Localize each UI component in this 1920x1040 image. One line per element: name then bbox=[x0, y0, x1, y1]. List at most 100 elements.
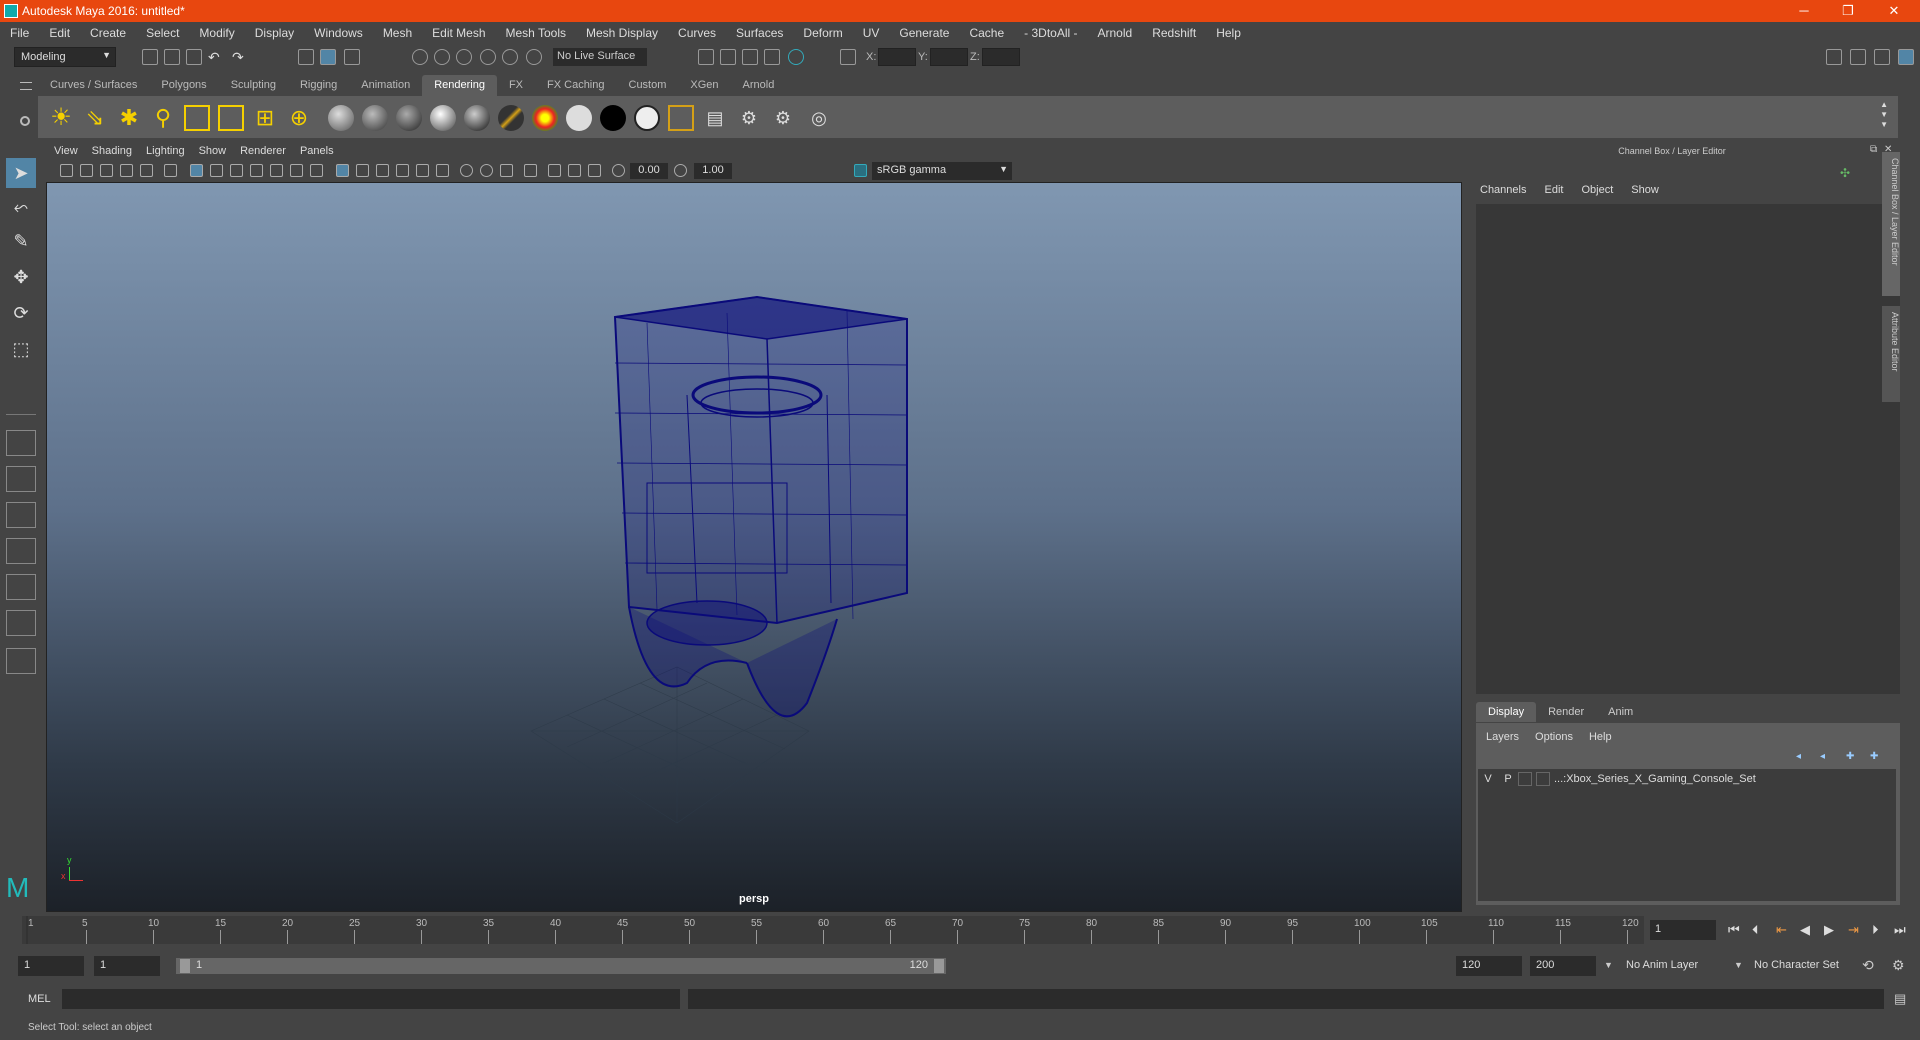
shelf-scroll-arrows-icon[interactable]: ▲ ▼ ▼ bbox=[1880, 100, 1888, 130]
persp-outliner-layout-icon[interactable] bbox=[6, 502, 36, 528]
play-backwards-icon[interactable]: ◀ bbox=[1800, 922, 1810, 938]
lasso-tool-icon[interactable]: ⬿ bbox=[6, 192, 36, 222]
chevron-down-icon[interactable]: ▼ bbox=[1604, 960, 1613, 970]
phong-e-material-icon[interactable] bbox=[430, 105, 456, 131]
render-current-frame-icon[interactable] bbox=[698, 49, 714, 65]
menu-redshift[interactable]: Redshift bbox=[1152, 26, 1196, 40]
lambert-material-icon[interactable] bbox=[362, 105, 388, 131]
open-scene-icon[interactable] bbox=[164, 49, 180, 65]
transform-constraint-icon[interactable] bbox=[840, 49, 856, 65]
perspective-viewport[interactable]: y x persp bbox=[46, 182, 1462, 912]
shelf-tab-sculpting[interactable]: Sculpting bbox=[219, 75, 288, 96]
layer-type-toggle[interactable] bbox=[1518, 772, 1532, 786]
auto-key-icon[interactable]: ⟲ bbox=[1862, 957, 1874, 974]
side-tab-attribute-editor[interactable]: Attribute Editor bbox=[1882, 306, 1900, 402]
persp-hypershade-layout-icon[interactable] bbox=[6, 574, 36, 600]
select-tool-icon[interactable]: ➤ bbox=[6, 158, 36, 188]
z-input[interactable] bbox=[982, 48, 1020, 66]
layer-visibility-toggle[interactable]: V bbox=[1478, 773, 1498, 785]
menu-arnold[interactable]: Arnold bbox=[1098, 26, 1133, 40]
rotate-tool-icon[interactable]: ⟳ bbox=[6, 298, 36, 328]
menu-display[interactable]: Display bbox=[255, 26, 294, 40]
ipr-render-icon[interactable] bbox=[720, 49, 736, 65]
film-gate-icon[interactable] bbox=[210, 164, 223, 177]
blinn-material-icon[interactable] bbox=[328, 105, 354, 131]
snap-live-icon[interactable] bbox=[502, 49, 518, 65]
anisotropic-material-icon[interactable] bbox=[464, 105, 490, 131]
safe-title-icon[interactable] bbox=[310, 164, 323, 177]
gamma-field[interactable]: 1.00 bbox=[694, 163, 732, 179]
render-settings-shelf-icon[interactable]: ⚙ bbox=[736, 105, 762, 131]
attribute-editor-icon[interactable] bbox=[1850, 49, 1866, 65]
menu-file[interactable]: File bbox=[10, 26, 29, 40]
shelf-tab-polygons[interactable]: Polygons bbox=[149, 75, 218, 96]
playback-start-field[interactable]: 1 bbox=[94, 956, 160, 976]
depth-of-field-icon[interactable] bbox=[524, 164, 537, 177]
exposure-icon[interactable] bbox=[612, 164, 625, 177]
tool-settings-icon[interactable] bbox=[1874, 49, 1890, 65]
screen-space-ao-icon[interactable] bbox=[460, 164, 473, 177]
viewport-menu-panels[interactable]: Panels bbox=[300, 145, 334, 157]
menu-edit-mesh[interactable]: Edit Mesh bbox=[432, 26, 485, 40]
time-ruler[interactable]: 1 5 10 15 20 25 30 35 40 45 50 55 60 65 … bbox=[22, 916, 1644, 944]
view-transform-dropdown[interactable]: sRGB gamma ▼ bbox=[872, 162, 1012, 180]
layer-menu-help[interactable]: Help bbox=[1589, 731, 1612, 743]
menu-create[interactable]: Create bbox=[90, 26, 126, 40]
menu-curves[interactable]: Curves bbox=[678, 26, 716, 40]
shelf-tab-fx[interactable]: FX bbox=[497, 75, 535, 96]
safe-action-icon[interactable] bbox=[290, 164, 303, 177]
isolate-select-icon[interactable] bbox=[548, 164, 561, 177]
shelf-tab-rendering[interactable]: Rendering bbox=[422, 75, 497, 96]
xray-icon[interactable] bbox=[568, 164, 581, 177]
textured-icon[interactable] bbox=[396, 164, 409, 177]
bookmark-icon[interactable] bbox=[100, 164, 113, 177]
menu-mesh-display[interactable]: Mesh Display bbox=[586, 26, 658, 40]
hypershade-icon[interactable] bbox=[764, 49, 780, 65]
chevron-down-icon[interactable]: ▼ bbox=[1734, 960, 1743, 970]
volume-light-icon[interactable] bbox=[218, 105, 244, 131]
playback-end-field[interactable]: 120 bbox=[1456, 956, 1522, 976]
menu-uv[interactable]: UV bbox=[863, 26, 880, 40]
current-frame-field[interactable]: 1 bbox=[1650, 920, 1716, 940]
viewport-menu-show[interactable]: Show bbox=[199, 145, 227, 157]
range-bar[interactable]: 1 120 bbox=[176, 958, 946, 974]
step-forward-frame-icon[interactable]: ⏵ bbox=[1872, 922, 1879, 938]
point-light-icon[interactable]: ✱ bbox=[116, 105, 142, 131]
redo-icon[interactable]: ↷ bbox=[232, 49, 248, 65]
render-view-icon[interactable] bbox=[788, 49, 804, 65]
play-forwards-icon[interactable]: ▶ bbox=[1824, 922, 1834, 938]
wireframe-on-shaded-icon[interactable] bbox=[376, 164, 389, 177]
undo-icon[interactable]: ↶ bbox=[208, 49, 224, 65]
snap-point-icon[interactable] bbox=[456, 49, 472, 65]
camera-icon[interactable]: ⊞ bbox=[252, 105, 278, 131]
go-to-end-icon[interactable]: ⏭ bbox=[1894, 922, 1906, 938]
surface-shader-icon[interactable] bbox=[566, 105, 592, 131]
ambient-light-icon[interactable]: ☀ bbox=[48, 105, 74, 131]
xbox-console-wireframe[interactable] bbox=[613, 295, 908, 718]
layer-menu-options[interactable]: Options bbox=[1535, 731, 1573, 743]
color-management-icon[interactable] bbox=[854, 164, 867, 177]
ipr-icon[interactable]: ▤ bbox=[702, 105, 728, 131]
2d-pan-zoom-icon[interactable] bbox=[140, 164, 153, 177]
menu-surfaces[interactable]: Surfaces bbox=[736, 26, 783, 40]
shelf-tab-rigging[interactable]: Rigging bbox=[288, 75, 349, 96]
select-by-component-icon[interactable] bbox=[344, 49, 360, 65]
use-background-icon[interactable] bbox=[600, 105, 626, 131]
modeling-toolkit-icon[interactable] bbox=[1826, 49, 1842, 65]
shelf-menu-icon[interactable] bbox=[20, 82, 32, 90]
layer-name[interactable]: ...:Xbox_Series_X_Gaming_Console_Set bbox=[1554, 773, 1756, 785]
channel-box-menu-edit[interactable]: Edit bbox=[1544, 184, 1563, 196]
single-perspective-layout-icon[interactable] bbox=[6, 430, 36, 456]
side-tab-channel-box[interactable]: Channel Box / Layer Editor bbox=[1882, 152, 1900, 296]
render-icon[interactable] bbox=[668, 105, 694, 131]
range-start-handle[interactable] bbox=[180, 959, 190, 973]
camera-aim-icon[interactable]: ⊕ bbox=[286, 105, 312, 131]
xray-joints-icon[interactable] bbox=[588, 164, 601, 177]
move-layer-down-icon[interactable]: ◂ bbox=[1820, 751, 1825, 762]
maximize-button[interactable]: ❐ bbox=[1838, 3, 1858, 19]
new-layer-icon[interactable]: ✚ bbox=[1846, 751, 1854, 762]
custom-layout-icon[interactable] bbox=[6, 648, 36, 674]
menu-mesh-tools[interactable]: Mesh Tools bbox=[506, 26, 566, 40]
channel-box-menu-channels[interactable]: Channels bbox=[1480, 184, 1526, 196]
snap-rotate-icon[interactable] bbox=[526, 49, 542, 65]
